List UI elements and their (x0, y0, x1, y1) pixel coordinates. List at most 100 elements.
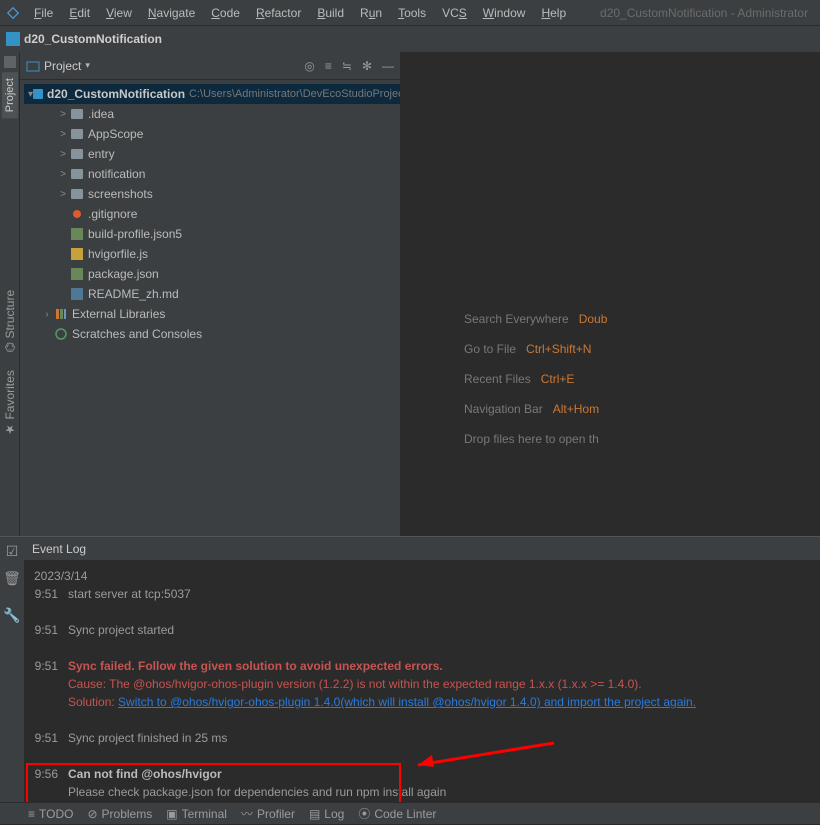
tree-external-libraries[interactable]: › External Libraries (24, 304, 400, 324)
md-icon (71, 288, 83, 300)
event-message: Sync project started (68, 623, 814, 637)
json-icon (71, 268, 83, 280)
tree-item[interactable]: > entry (24, 144, 400, 164)
event-link[interactable]: Switch to @ohos/hvigor-ohos-plugin 1.4.0… (118, 695, 696, 709)
app-logo-icon (6, 6, 20, 20)
tree-item[interactable]: package.json (24, 264, 400, 284)
menu-edit[interactable]: Edit (61, 6, 98, 20)
library-icon (54, 307, 68, 321)
tool-tab-project[interactable]: Project (2, 72, 18, 118)
gutter-square-icon[interactable] (4, 56, 16, 68)
tree-item-label: screenshots (88, 187, 153, 201)
tool-problems[interactable]: ⊘Problems (87, 807, 152, 821)
event-log-row (30, 711, 814, 729)
hide-panel-icon[interactable]: — (382, 59, 394, 73)
problems-icon: ⊘ (87, 807, 97, 821)
tree-item[interactable]: .gitignore (24, 204, 400, 224)
tool-tab-structure[interactable]: ⌬ Structure (3, 290, 17, 352)
tree-item-label: build-profile.json5 (88, 227, 182, 241)
menu-view[interactable]: View (98, 6, 140, 20)
menu-vcs[interactable]: VCS (434, 6, 475, 20)
tree-item-label: package.json (88, 267, 159, 281)
folder-icon (71, 129, 83, 139)
event-time: 9:56 (30, 767, 58, 781)
menu-tools[interactable]: Tools (390, 6, 434, 20)
tool-log[interactable]: ▤Log (309, 807, 344, 821)
event-log-header: Event Log (24, 537, 820, 561)
tool-profiler[interactable]: 〰Profiler (241, 805, 295, 822)
tip-drop-files: Drop files here to open th (464, 432, 820, 446)
terminal-icon: ▣ (166, 807, 177, 821)
tool-todo[interactable]: ≡TODO (28, 807, 73, 821)
tree-item[interactable]: README_zh.md (24, 284, 400, 304)
tree-item-label: README_zh.md (88, 287, 179, 301)
tree-expand-icon[interactable]: > (56, 189, 70, 200)
todo-icon: ≡ (28, 807, 35, 821)
event-log-row: Run 'npm install' (30, 801, 814, 802)
event-delete-icon[interactable]: 🗑 (3, 570, 21, 587)
tip-recent-files: Recent FilesCtrl+E (464, 372, 820, 386)
project-view-chevron-icon[interactable]: ▾ (85, 60, 90, 71)
tree-item[interactable]: hvigorfile.js (24, 244, 400, 264)
menu-help[interactable]: Help (533, 6, 574, 20)
tree-item[interactable]: >AppScope (24, 124, 400, 144)
menu-window[interactable]: Window (475, 6, 534, 20)
settings-gear-icon[interactable]: ✻ (362, 59, 372, 73)
event-time: 9:51 (30, 659, 58, 673)
bottom-tool-bar: ≡TODO ⊘Problems ▣Terminal 〰Profiler ▤Log… (0, 802, 820, 824)
tree-expand-icon[interactable]: > (56, 109, 70, 120)
tree-item[interactable]: >notification (24, 164, 400, 184)
window-title: d20_CustomNotification - Administrator (580, 6, 808, 20)
tree-scratches[interactable]: Scratches and Consoles (24, 324, 400, 344)
menu-bar: File Edit View Navigate Code Refactor Bu… (0, 0, 820, 26)
menu-code[interactable]: Code (203, 6, 248, 20)
event-log-row (30, 603, 814, 621)
event-message (68, 641, 814, 655)
menu-refactor[interactable]: Refactor (248, 6, 309, 20)
tree-item[interactable]: build-profile.json5 (24, 224, 400, 244)
tree-item[interactable]: >.idea (24, 104, 400, 124)
log-icon: ▤ (309, 807, 320, 821)
menu-run[interactable]: Run (352, 6, 390, 20)
project-panel: Project ▾ ◎ ≡ ≒ ✻ — ▾ d20_CustomNotifica… (20, 52, 400, 536)
editor-empty-state[interactable]: Search EverywhereDoub Go to FileCtrl+Shi… (400, 52, 820, 536)
event-log-row: Cause: The @ohos/hvigor-ohos-plugin vers… (30, 675, 814, 693)
tool-tab-favorites[interactable]: ★ Favorites (3, 370, 17, 436)
folder-icon (71, 149, 83, 159)
tree-expand-icon[interactable]: > (56, 149, 70, 160)
tree-expand-icon[interactable]: > (56, 129, 70, 140)
tree-root-name: d20_CustomNotification (47, 87, 185, 101)
event-log-row: 9:51start server at tcp:5037 (30, 585, 814, 603)
tip-go-to-file: Go to FileCtrl+Shift+N (464, 342, 820, 356)
project-module-icon (6, 32, 20, 46)
event-wrench-icon[interactable]: 🔧 (3, 607, 20, 624)
tree-expand-icon[interactable]: > (56, 169, 70, 180)
tree-item-label: entry (88, 147, 115, 161)
event-log-panel: Event Log 2023/3/14 9:51start server at … (24, 537, 820, 802)
project-panel-title[interactable]: Project (44, 59, 81, 73)
tree-item[interactable]: > screenshots (24, 184, 400, 204)
event-time (30, 785, 58, 799)
folder-icon (71, 189, 83, 199)
event-time: 9:51 (30, 623, 58, 637)
scratches-icon (54, 327, 68, 341)
menu-navigate[interactable]: Navigate (140, 6, 203, 20)
locate-icon[interactable]: ◎ (304, 59, 314, 73)
tree-root[interactable]: ▾ d20_CustomNotification C:\Users\Admini… (24, 84, 400, 104)
event-time (30, 713, 58, 727)
tool-code-linter[interactable]: ⦿Code Linter (358, 805, 436, 822)
project-tree[interactable]: ▾ d20_CustomNotification C:\Users\Admini… (20, 80, 400, 536)
event-log-body[interactable]: 2023/3/14 9:51start server at tcp:5037 9… (24, 561, 820, 802)
project-panel-header: Project ▾ ◎ ≡ ≒ ✻ — (20, 52, 400, 80)
menu-file[interactable]: File (26, 6, 61, 20)
event-log-row: 9:51 Sync project started (30, 621, 814, 639)
tool-terminal[interactable]: ▣Terminal (166, 807, 227, 821)
tree-expand-icon[interactable]: › (40, 309, 54, 320)
collapse-all-icon[interactable]: ≒ (342, 59, 352, 73)
menu-build[interactable]: Build (309, 6, 352, 20)
event-checklist-icon[interactable]: ☑ (6, 543, 19, 560)
breadcrumb-project[interactable]: d20_CustomNotification (24, 32, 162, 46)
profiler-icon: 〰 (241, 805, 253, 822)
tree-item-label: hvigorfile.js (88, 247, 148, 261)
expand-all-icon[interactable]: ≡ (325, 59, 332, 73)
